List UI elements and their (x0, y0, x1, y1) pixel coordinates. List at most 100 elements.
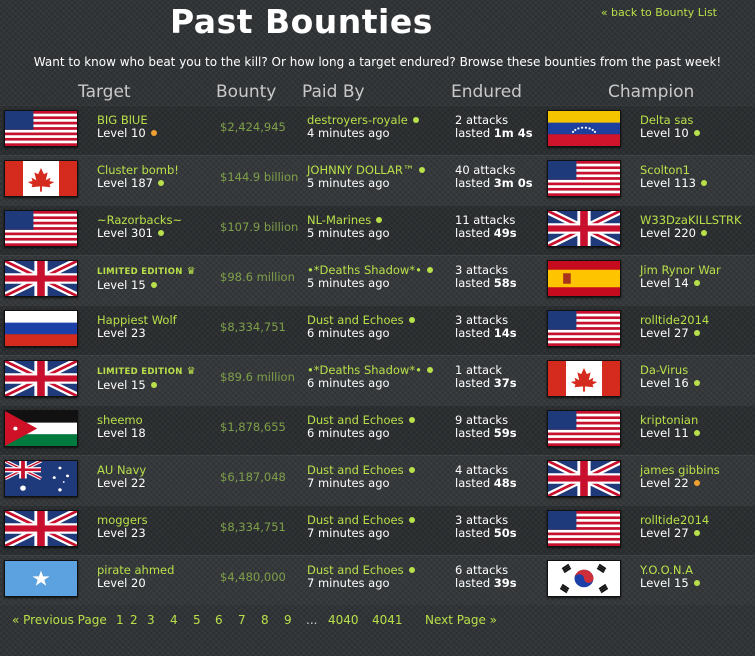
champion-name[interactable]: W33DzaKILLSTRK (640, 213, 742, 227)
target-name[interactable]: Happiest Wolf (97, 313, 177, 327)
paid-by-name[interactable]: Dust and Echoes (307, 513, 404, 527)
header-target: Target (78, 82, 131, 102)
champion-name[interactable]: Y.O.O.N.A (640, 563, 693, 577)
target-cell: LIMITED EDITION ♛ Level 15 (97, 264, 196, 292)
us-flag-icon (4, 210, 78, 247)
target-name[interactable]: ~Razorbacks~ (97, 213, 182, 227)
bounty-amount: $89.6 million (220, 370, 295, 384)
target-name[interactable]: BIG BlUE (97, 113, 148, 127)
target-name[interactable]: moggers (97, 513, 148, 527)
us-flag-icon (547, 510, 621, 547)
champion-name[interactable]: rolltide2014 (640, 313, 709, 327)
page-link-4041[interactable]: 4041 (372, 613, 403, 627)
paid-by-cell: JOHNNY DOLLAR™ 5 minutes ago (307, 163, 426, 190)
paid-by-status-dot (426, 267, 433, 273)
target-name[interactable]: AU Navy (97, 463, 146, 477)
page-link-9[interactable]: 9 (284, 613, 292, 627)
target-name[interactable]: LIMITED EDITION (97, 367, 183, 377)
target-name[interactable]: LIMITED EDITION (97, 267, 183, 277)
paid-by-cell: Dust and Echoes 7 minutes ago (307, 514, 415, 540)
champion-cell: W33DzaKILLSTRK Level 220 (640, 214, 742, 240)
page-link-5[interactable]: 5 (193, 613, 201, 627)
paid-by-status-dot (408, 417, 415, 423)
us-flag-icon (547, 160, 621, 197)
next-page-link[interactable]: Next Page » (425, 613, 497, 627)
paid-by-name[interactable]: •*Deaths Shadow*• (307, 263, 422, 277)
table-row: Happiest Wolf Level 23 $8,334,751 Dust a… (0, 305, 755, 355)
paid-by-name[interactable]: Dust and Echoes (307, 313, 404, 327)
page-link-4040[interactable]: 4040 (328, 613, 359, 627)
paid-by-name[interactable]: Dust and Echoes (307, 563, 404, 577)
uk-flag-icon (4, 510, 78, 547)
page-link-2[interactable]: 2 (130, 613, 138, 627)
paid-by-name[interactable]: Dust and Echoes (307, 463, 404, 477)
uk-flag-icon (547, 460, 621, 497)
lasted-label: lasted (455, 576, 494, 590)
target-status-dot (157, 230, 164, 236)
champion-name[interactable]: rolltide2014 (640, 513, 709, 527)
target-level: Level 22 (97, 476, 146, 490)
champion-name[interactable]: Jim Rynor War (640, 263, 721, 277)
paid-by-name[interactable]: Dust and Echoes (307, 413, 404, 427)
champion-level: Level 16 (640, 376, 689, 390)
target-status-dot (157, 180, 164, 186)
endured-cell: 6 attacks lasted 39s (455, 564, 517, 590)
champion-name[interactable]: james gibbins (640, 463, 720, 477)
bounty-amount: $144.9 billion (220, 170, 299, 184)
champion-level: Level 220 (640, 226, 696, 240)
page-link-8[interactable]: 8 (261, 613, 269, 627)
target-name[interactable]: sheemo (97, 413, 143, 427)
page-link-1[interactable]: 1 (116, 613, 124, 627)
lasted-duration: 58s (493, 276, 517, 290)
champion-status-dot (693, 530, 700, 536)
endured-cell: 11 attacks lasted 49s (455, 214, 517, 240)
paid-time: 7 minutes ago (307, 476, 390, 490)
paid-by-cell: •*Deaths Shadow*• 5 minutes ago (307, 264, 433, 290)
champion-status-dot (700, 180, 707, 186)
lasted-duration: 1m 4s (493, 126, 533, 140)
target-level: Level 23 (97, 526, 146, 540)
page-link-4[interactable]: 4 (170, 613, 178, 627)
target-status-dot (150, 130, 157, 136)
table-row: Cluster bomb! Level 187 $144.9 billion J… (0, 155, 755, 205)
target-cell: AU Navy Level 22 (97, 464, 146, 490)
lasted-label: lasted (455, 326, 494, 340)
paid-by-name[interactable]: JOHNNY DOLLAR™ (307, 163, 414, 177)
champion-level: Level 27 (640, 326, 689, 340)
paid-by-name[interactable]: NL-Marines (307, 213, 371, 227)
us-flag-icon (547, 310, 621, 347)
lasted-label: lasted (455, 226, 494, 240)
uk-flag-icon (547, 210, 621, 247)
paid-time: 6 minutes ago (307, 326, 390, 340)
paid-by-status-dot (408, 567, 415, 573)
champion-level: Level 15 (640, 576, 689, 590)
paid-time: 6 minutes ago (307, 376, 390, 390)
lasted-duration: 49s (493, 226, 517, 240)
page-link-6[interactable]: 6 (215, 613, 223, 627)
champion-name[interactable]: Da-Virus (640, 363, 688, 377)
table-row: pirate ahmed Level 20 $4,480,000 Dust an… (0, 555, 755, 605)
canada-flag-icon (4, 160, 78, 197)
target-cell: BIG BlUE Level 10 (97, 114, 157, 140)
champion-name[interactable]: Delta sas (640, 113, 693, 127)
page-link-3[interactable]: 3 (147, 613, 155, 627)
page-link-7[interactable]: 7 (238, 613, 246, 627)
lasted-duration: 59s (493, 426, 517, 440)
champion-cell: Delta sas Level 10 (640, 114, 700, 140)
endured-cell: 9 attacks lasted 59s (455, 414, 517, 440)
paid-by-cell: Dust and Echoes 7 minutes ago (307, 564, 415, 590)
target-cell: LIMITED EDITION ♛ Level 15 (97, 364, 196, 392)
champion-name[interactable]: kriptonian (640, 413, 698, 427)
previous-page-link[interactable]: « Previous Page (12, 613, 107, 627)
back-to-bounty-list-link[interactable]: « back to Bounty List (601, 6, 717, 19)
paid-by-name[interactable]: •*Deaths Shadow*• (307, 363, 422, 377)
endured-cell: 1 attack lasted 37s (455, 364, 517, 390)
target-cell: Happiest Wolf Level 23 (97, 314, 177, 340)
champion-name[interactable]: Scolton1 (640, 163, 690, 177)
lasted-duration: 37s (493, 376, 517, 390)
target-name[interactable]: Cluster bomb! (97, 163, 179, 177)
bounty-amount: $98.6 million (220, 270, 295, 284)
paid-by-name[interactable]: destroyers-royale (307, 113, 408, 127)
paid-by-cell: Dust and Echoes 6 minutes ago (307, 314, 415, 340)
target-name[interactable]: pirate ahmed (97, 563, 174, 577)
